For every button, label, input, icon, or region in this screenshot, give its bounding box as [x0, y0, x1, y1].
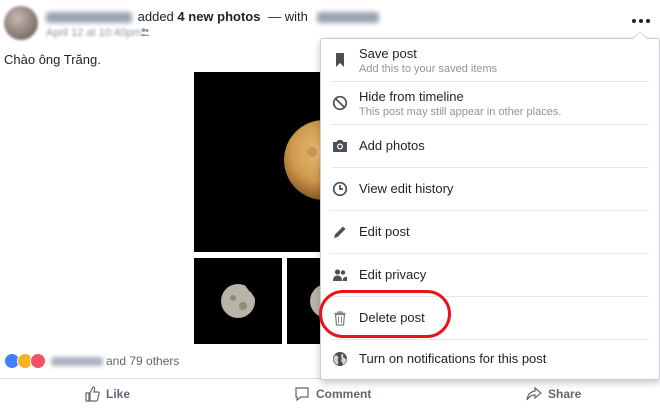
love-reaction-icon — [30, 353, 46, 369]
share-button[interactable]: Share — [526, 384, 581, 404]
menu-item-edit-post[interactable]: Edit post — [321, 211, 659, 253]
globe-icon — [333, 352, 347, 366]
delete-post-highlight-ring — [319, 290, 451, 338]
reactions-summary[interactable] — [4, 353, 46, 369]
menu-item-label: Save post — [359, 46, 417, 61]
camera-icon — [333, 140, 347, 152]
menu-item-label: Edit privacy — [359, 267, 427, 282]
dot-icon — [639, 19, 643, 23]
menu-item-label: Turn on notifications for this post — [359, 351, 547, 366]
audience-icon[interactable] — [140, 27, 150, 37]
menu-item-label: Edit post — [359, 224, 410, 239]
comment-button[interactable]: Comment — [294, 384, 371, 404]
tagged-name-blurred[interactable] — [317, 12, 380, 24]
menu-item-turn-on-notifications[interactable]: Turn on notifications for this post — [321, 340, 659, 378]
dot-icon — [632, 19, 636, 23]
menu-item-add-photos[interactable]: Add photos — [321, 125, 659, 167]
post-header-line: added 4 new photos — with — [46, 9, 381, 25]
bookmark-icon — [336, 53, 344, 67]
menu-item-label: Add photos — [359, 138, 425, 153]
photos-count-link[interactable]: 4 new photos — [177, 9, 260, 24]
post-timestamp-blurred[interactable]: April 12 at 10:40pm · — [46, 27, 148, 39]
author-avatar[interactable] — [4, 6, 38, 40]
menu-arrow-inner — [633, 32, 647, 39]
photo-thumbnail[interactable] — [194, 258, 282, 344]
menu-item-sublabel: Add this to your saved items — [359, 63, 498, 75]
menu-item-hide-from-timeline[interactable]: Hide from timeline This post may still a… — [321, 82, 659, 124]
more-options-button[interactable] — [630, 14, 652, 28]
clock-icon — [332, 181, 348, 197]
dot-icon — [646, 19, 650, 23]
menu-item-label: Hide from timeline — [359, 89, 464, 104]
with-text: — with — [268, 9, 308, 24]
comment-icon — [295, 387, 309, 402]
pencil-icon — [334, 226, 346, 238]
menu-item-save-post[interactable]: Save post Add this to your saved items — [321, 39, 659, 81]
menu-item-view-edit-history[interactable]: View edit history — [321, 168, 659, 210]
people-icon — [333, 269, 347, 281]
post-text: Chào ông Trăng. — [4, 52, 101, 67]
post-action-text: added — [137, 9, 174, 24]
like-button[interactable]: Like — [84, 384, 130, 404]
menu-item-sublabel: This post may still appear in other plac… — [359, 106, 562, 118]
menu-item-label: View edit history — [359, 181, 454, 196]
others-count-text: and 79 others — [106, 354, 180, 368]
reactor-name-blurred[interactable] — [51, 357, 103, 367]
hide-icon — [332, 95, 348, 111]
thumbs-up-icon — [85, 386, 100, 402]
share-arrow-icon — [526, 386, 542, 401]
reactions-text[interactable]: and 79 others — [51, 354, 179, 368]
moon-image — [221, 284, 257, 318]
share-label: Share — [548, 387, 582, 401]
like-label: Like — [106, 387, 131, 401]
photo-main[interactable] — [194, 72, 332, 252]
moon-image — [284, 120, 332, 200]
comment-label: Comment — [316, 387, 372, 401]
author-name-blurred[interactable] — [46, 12, 132, 24]
